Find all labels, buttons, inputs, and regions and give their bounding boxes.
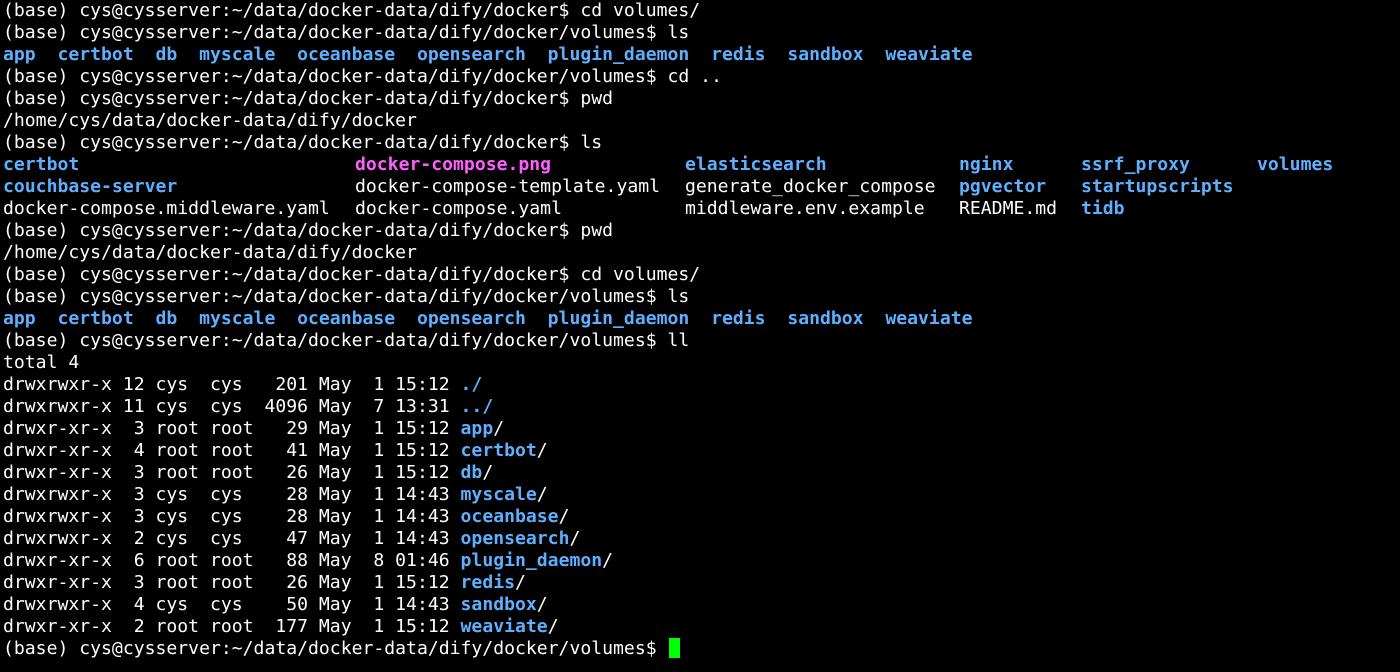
- output-text: drwxr-xr-x 3 root root 26 May 1 15:12: [3, 572, 461, 593]
- output-text: total 4: [3, 352, 80, 373]
- output-text: (base) cys@cysserver:~/data/docker-data/…: [3, 88, 614, 109]
- terminal-line: /home/cys/data/docker-data/dify/docker: [3, 242, 1400, 264]
- file-name: generate_docker_compose: [685, 176, 936, 197]
- terminal-line: drwxrwxr-x 11 cys cys 4096 May 7 13:31 .…: [3, 396, 1400, 418]
- terminal-line: drwxrwxr-x 4 cys cys 50 May 1 14:43 sand…: [3, 594, 1400, 616]
- directory-name: volumes: [1257, 154, 1334, 175]
- terminal-line: drwxrwxr-x 12 cys cys 201 May 1 15:12 ./: [3, 374, 1400, 396]
- terminal-line: drwxr-xr-x 6 root root 88 May 8 01:46 pl…: [3, 550, 1400, 572]
- output-text: /: [547, 616, 559, 637]
- output-text: (base) cys@cysserver:~/data/docker-data/…: [3, 66, 722, 87]
- output-text: drwxr-xr-x 4 root root 41 May 1 15:12: [3, 440, 461, 461]
- terminal-line: docker-compose.middleware.yaml docker-com…: [3, 198, 1400, 220]
- directory-name: couchbase-server: [3, 176, 178, 197]
- terminal-line: (base) cys@cysserver:~/data/docker-data/…: [3, 0, 1400, 22]
- output-text: (base) cys@cysserver:~/data/docker-data/…: [3, 330, 690, 351]
- terminal-line: drwxrwxr-x 2 cys cys 47 May 1 14:43 open…: [3, 528, 1400, 550]
- directory-name: certbot: [460, 440, 537, 461]
- terminal-line: drwxr-xr-x 2 root root 177 May 1 15:12 w…: [3, 616, 1400, 638]
- file-name: middleware.env.example: [685, 198, 925, 219]
- output-text: /: [536, 594, 548, 615]
- terminal-line: (base) cys@cysserver:~/data/docker-data/…: [3, 132, 1400, 154]
- directory-name: pgvector: [959, 176, 1047, 197]
- terminal-window[interactable]: (base) cys@cysserver:~/data/docker-data/…: [0, 0, 1400, 672]
- active-prompt-line: (base) cys@cysserver:~/data/docker-data/…: [3, 638, 1400, 660]
- terminal-line: certbot docker-compose.png elasticsearch ng…: [3, 154, 1400, 176]
- terminal-line: (base) cys@cysserver:~/data/docker-data/…: [3, 264, 1400, 286]
- output-text: /: [536, 484, 548, 505]
- directory-name: ./: [460, 374, 483, 395]
- terminal-line: (base) cys@cysserver:~/data/docker-data/…: [3, 22, 1400, 44]
- output-text: /: [602, 550, 614, 571]
- directory-name: weaviate: [460, 616, 548, 637]
- file-name: docker-compose.middleware.yaml: [3, 198, 330, 219]
- output-text: /: [493, 418, 505, 439]
- terminal-line: drwxr-xr-x 4 root root 41 May 1 15:12 ce…: [3, 440, 1400, 462]
- directory-name: startupscripts: [1081, 176, 1234, 197]
- output-text: (base) cys@cysserver:~/data/docker-data/…: [3, 220, 614, 241]
- terminal-line: couchbase-server docker-compose-template.…: [3, 176, 1400, 198]
- output-text: drwxr-xr-x 2 root root 177 May 1 15:12: [3, 616, 461, 637]
- file-name: README.md: [959, 198, 1058, 219]
- output-text: (base) cys@cysserver:~/data/docker-data/…: [3, 264, 701, 285]
- output-text: (base) cys@cysserver:~/data/docker-data/…: [3, 132, 603, 153]
- terminal-line: (base) cys@cysserver:~/data/docker-data/…: [3, 286, 1400, 308]
- file-name: docker-compose.yaml: [355, 198, 562, 219]
- output-text: /: [515, 572, 526, 593]
- terminal-line: drwxr-xr-x 3 root root 26 May 1 15:12 db…: [3, 462, 1400, 484]
- output-text: drwxrwxr-x 4 cys cys 50 May 1 14:43: [3, 594, 461, 615]
- terminal-line: drwxr-xr-x 3 root root 29 May 1 15:12 ap…: [3, 418, 1400, 440]
- directory-name: certbot: [3, 154, 80, 175]
- output-text: drwxrwxr-x 12 cys cys 201 May 1 15:12: [3, 374, 461, 395]
- terminal-line: app certbot db myscale oceanbase opensea…: [3, 44, 1400, 66]
- output-text: (base) cys@cysserver:~/data/docker-data/…: [3, 638, 668, 659]
- terminal-line: (base) cys@cysserver:~/data/docker-data/…: [3, 88, 1400, 110]
- output-text: (base) cys@cysserver:~/data/docker-data/…: [3, 0, 701, 21]
- directory-name: elasticsearch: [685, 154, 827, 175]
- text-cursor[interactable]: [668, 638, 680, 658]
- output-text: drwxrwxr-x 3 cys cys 28 May 1 14:43: [3, 484, 461, 505]
- directory-name: db: [460, 462, 483, 483]
- directory-name: app: [460, 418, 494, 439]
- output-text: drwxr-xr-x 3 root root 29 May 1 15:12: [3, 418, 461, 439]
- output-text: drwxrwxr-x 2 cys cys 47 May 1 14:43: [3, 528, 461, 549]
- directory-name: app certbot db myscale oceanbase opensea…: [3, 308, 973, 329]
- directory-name: opensearch: [460, 528, 570, 549]
- directory-name: oceanbase: [460, 506, 559, 527]
- output-text: (base) cys@cysserver:~/data/docker-data/…: [3, 286, 690, 307]
- output-text: drwxrwxr-x 11 cys cys 4096 May 7 13:31: [3, 396, 461, 417]
- terminal-line: (base) cys@cysserver:~/data/docker-data/…: [3, 66, 1400, 88]
- output-text: (base) cys@cysserver:~/data/docker-data/…: [3, 22, 690, 43]
- directory-name: sandbox: [460, 594, 537, 615]
- directory-name: ../: [460, 396, 494, 417]
- output-text: /: [558, 506, 570, 527]
- output-text: drwxrwxr-x 3 cys cys 28 May 1 14:43: [3, 506, 461, 527]
- terminal-line: drwxr-xr-x 3 root root 26 May 1 15:12 re…: [3, 572, 1400, 594]
- directory-name: tidb: [1081, 198, 1125, 219]
- directory-name: redis: [460, 572, 515, 593]
- terminal-line: (base) cys@cysserver:~/data/docker-data/…: [3, 220, 1400, 242]
- directory-name: nginx: [959, 154, 1014, 175]
- terminal-line: (base) cys@cysserver:~/data/docker-data/…: [3, 330, 1400, 352]
- output-text: /: [569, 528, 581, 549]
- directory-name: plugin_daemon: [460, 550, 603, 571]
- terminal-line: drwxrwxr-x 3 cys cys 28 May 1 14:43 mysc…: [3, 484, 1400, 506]
- terminal-line: app certbot db myscale oceanbase opensea…: [3, 308, 1400, 330]
- terminal-line: /home/cys/data/docker-data/dify/docker: [3, 110, 1400, 132]
- output-text: /: [482, 462, 494, 483]
- terminal-line: drwxrwxr-x 3 cys cys 28 May 1 14:43 ocea…: [3, 506, 1400, 528]
- directory-name: app certbot db myscale oceanbase opensea…: [3, 44, 973, 65]
- file-name: docker-compose-template.yaml: [355, 176, 661, 197]
- directory-name: ssrf_proxy: [1081, 154, 1190, 175]
- output-text: /: [536, 440, 548, 461]
- output-text: /home/cys/data/docker-data/dify/docker: [3, 110, 417, 131]
- terminal-line: total 4: [3, 352, 1400, 374]
- output-text: /home/cys/data/docker-data/dify/docker: [3, 242, 417, 263]
- directory-name: myscale: [460, 484, 537, 505]
- output-text: drwxr-xr-x 3 root root 26 May 1 15:12: [3, 462, 461, 483]
- output-text: drwxr-xr-x 6 root root 88 May 8 01:46: [3, 550, 461, 571]
- directory-name: docker-compose.png: [355, 154, 552, 175]
